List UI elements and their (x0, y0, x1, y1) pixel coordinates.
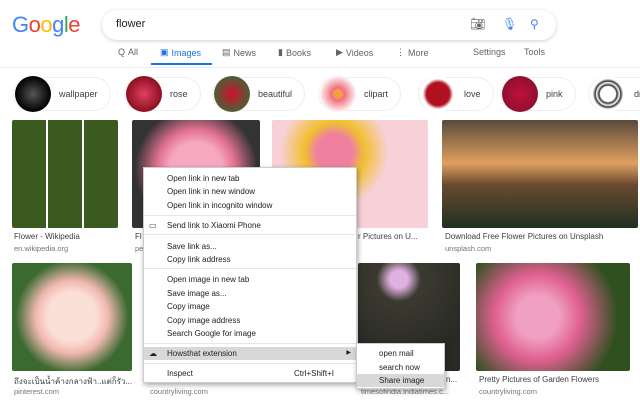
google-logo[interactable]: Google (12, 12, 81, 38)
result-source: en.wikipedia.org (14, 244, 69, 253)
result-title[interactable]: Fl (135, 232, 142, 241)
device-icon: ▭ (149, 221, 157, 230)
image-icon: ▣ (160, 47, 169, 57)
search-icon: Q (118, 47, 126, 57)
result-source: countryliving.com (150, 387, 208, 396)
more-icon: ⋮ (396, 47, 405, 57)
menu-copy-image-address[interactable]: Copy image address (144, 314, 356, 327)
chip-love[interactable]: love (418, 76, 494, 112)
search-input[interactable]: flower (116, 18, 145, 30)
extension-icon: ☁ (149, 349, 157, 358)
result-image[interactable] (442, 120, 638, 228)
camera-icon[interactable]: 📷︎ (470, 17, 485, 31)
tab-all[interactable]: Q All (118, 47, 138, 57)
tab-videos[interactable]: ▶ Videos (336, 47, 373, 58)
result-image[interactable] (12, 263, 132, 371)
tab-books[interactable]: ▮ Books (278, 47, 311, 58)
menu-separator (144, 215, 356, 216)
chip-dr[interactable]: dr (588, 76, 640, 112)
menu-save-link-as[interactable]: Save link as... (144, 240, 356, 253)
menu-copy-image[interactable]: Copy image (144, 300, 356, 313)
search-icon[interactable]: ⚲ (530, 17, 539, 31)
result-title[interactable]: Download Free Flower Pictures on Unsplas… (445, 232, 603, 241)
menu-separator (144, 234, 356, 235)
tab-more[interactable]: ⋮ More (396, 47, 429, 58)
menu-search-google-for-image[interactable]: Search Google for image (144, 327, 356, 340)
tab-news[interactable]: ▤ News (222, 47, 256, 58)
menu-open-link-new-tab[interactable]: Open link in new tab (144, 172, 356, 185)
menu-separator (144, 363, 356, 364)
submenu-search-now[interactable]: search now (357, 361, 444, 374)
result-title[interactable]: r Pictures on U... (358, 232, 418, 241)
settings-link[interactable]: Settings (473, 47, 506, 57)
book-icon: ▮ (278, 47, 283, 57)
submenu-share-image[interactable]: Share image (357, 374, 444, 387)
menu-save-image-as[interactable]: Save image as... (144, 287, 356, 300)
shortcut-label: Ctrl+Shift+I (294, 369, 335, 378)
result-source: unsplash.com (445, 244, 492, 253)
chip-pink[interactable]: pink (500, 76, 576, 112)
chip-rose[interactable]: rose (124, 76, 201, 112)
video-icon: ▶ (336, 47, 343, 57)
menu-howsthat-extension[interactable]: ☁ Howsthat extension ▶ (144, 347, 356, 360)
result-source: countryliving.com (479, 387, 537, 396)
chip-beautiful[interactable]: beautiful (212, 76, 306, 112)
search-box[interactable]: flower 📷︎ 🎙︎ ⚲ (102, 10, 556, 40)
menu-inspect[interactable]: Inspect Ctrl+Shift+I (144, 367, 356, 380)
result-title[interactable]: Pretty Pictures of Garden Flowers (479, 375, 599, 384)
result-source: pinterest.com (14, 387, 60, 396)
submenu: open mail search now Share image (356, 343, 445, 389)
menu-open-image-new-tab[interactable]: Open image in new tab (144, 273, 356, 286)
tab-images[interactable]: ▣ Images (160, 47, 201, 58)
menu-separator (144, 268, 356, 269)
context-menu: Open link in new tab Open link in new wi… (143, 167, 357, 383)
chip-clipart[interactable]: clipart (318, 76, 402, 112)
active-tab-indicator (151, 63, 212, 65)
menu-open-link-incognito[interactable]: Open link in incognito window (144, 199, 356, 212)
menu-open-link-new-window[interactable]: Open link in new window (144, 185, 356, 198)
result-title[interactable]: Flower - Wikipedia (14, 232, 80, 241)
result-image[interactable] (12, 120, 118, 228)
result-image[interactable] (476, 263, 630, 371)
submenu-open-mail[interactable]: open mail (357, 347, 444, 360)
divider (0, 67, 640, 68)
result-title[interactable]: n... (446, 375, 457, 384)
menu-separator (144, 343, 356, 344)
tools-link[interactable]: Tools (524, 47, 545, 57)
menu-send-link-to-phone[interactable]: ▭ Send link to Xiaomi Phone (144, 219, 356, 232)
submenu-arrow-icon: ▶ (346, 350, 351, 356)
menu-copy-link-address[interactable]: Copy link address (144, 253, 356, 266)
chip-wallpaper[interactable]: wallpaper (13, 76, 111, 112)
microphone-icon[interactable]: 🎙︎ (502, 17, 517, 31)
news-icon: ▤ (222, 47, 231, 57)
